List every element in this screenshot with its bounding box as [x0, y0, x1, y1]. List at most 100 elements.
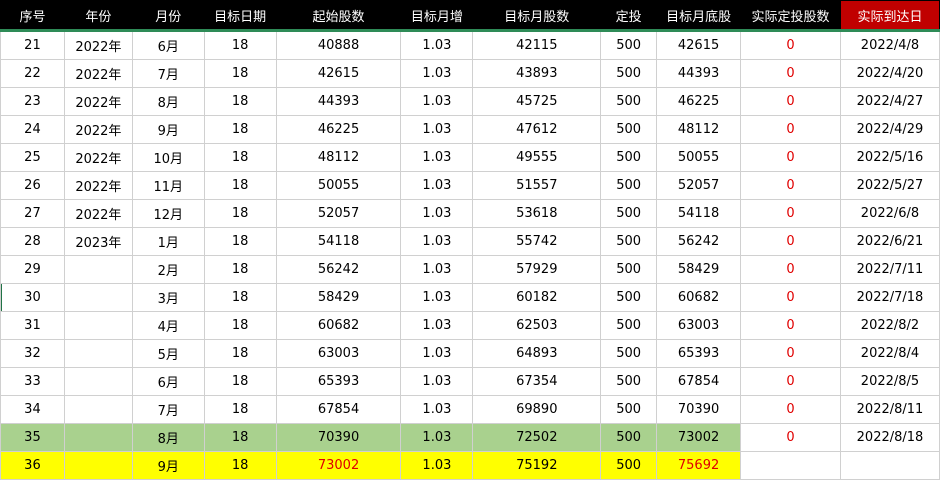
invest-cell[interactable]: 500 [600, 451, 658, 480]
month-end-target-cell[interactable]: 56242 [656, 227, 742, 256]
monthly-growth-cell[interactable]: 1.03 [400, 59, 474, 88]
target-month-shares-cell[interactable]: 69890 [472, 395, 602, 424]
col-header-month[interactable]: 月份 [131, 0, 205, 32]
year-cell[interactable] [63, 283, 133, 312]
actual-date-cell[interactable]: 2022/7/11 [839, 255, 940, 284]
monthly-growth-cell[interactable]: 1.03 [400, 115, 474, 144]
target-date-cell[interactable]: 18 [203, 171, 277, 200]
seq-cell[interactable]: 30 [0, 283, 65, 312]
target-month-shares-cell[interactable]: 45725 [472, 87, 602, 116]
actual-invest-shares-cell[interactable] [740, 451, 841, 480]
start-shares-cell[interactable]: 52057 [275, 199, 402, 228]
start-shares-cell[interactable]: 56242 [275, 255, 402, 284]
month-end-target-cell[interactable]: 58429 [656, 255, 742, 284]
invest-cell[interactable]: 500 [600, 395, 658, 424]
col-header-start-shares[interactable]: 起始股数 [275, 0, 402, 32]
actual-invest-shares-cell[interactable]: 0 [740, 367, 841, 396]
monthly-growth-cell[interactable]: 1.03 [400, 87, 474, 116]
target-date-cell[interactable]: 18 [203, 339, 277, 368]
target-date-cell[interactable]: 18 [203, 227, 277, 256]
target-date-cell[interactable]: 18 [203, 395, 277, 424]
seq-cell[interactable]: 31 [0, 311, 65, 340]
year-cell[interactable] [63, 339, 133, 368]
month-cell[interactable]: 7月 [131, 59, 205, 88]
year-cell[interactable] [63, 451, 133, 480]
year-cell[interactable]: 2022年 [63, 87, 133, 116]
month-cell[interactable]: 9月 [131, 451, 205, 480]
target-month-shares-cell[interactable]: 49555 [472, 143, 602, 172]
seq-cell[interactable]: 23 [0, 87, 65, 116]
start-shares-cell[interactable]: 58429 [275, 283, 402, 312]
year-cell[interactable] [63, 395, 133, 424]
monthly-growth-cell[interactable]: 1.03 [400, 339, 474, 368]
month-cell[interactable]: 8月 [131, 87, 205, 116]
month-cell[interactable]: 7月 [131, 395, 205, 424]
seq-cell[interactable]: 33 [0, 367, 65, 396]
year-cell[interactable] [63, 311, 133, 340]
year-cell[interactable]: 2022年 [63, 171, 133, 200]
start-shares-cell[interactable]: 46225 [275, 115, 402, 144]
month-end-target-cell[interactable]: 67854 [656, 367, 742, 396]
target-date-cell[interactable]: 18 [203, 87, 277, 116]
month-end-target-cell[interactable]: 70390 [656, 395, 742, 424]
month-cell[interactable]: 11月 [131, 171, 205, 200]
target-date-cell[interactable]: 18 [203, 255, 277, 284]
target-month-shares-cell[interactable]: 64893 [472, 339, 602, 368]
start-shares-cell[interactable]: 70390 [275, 423, 402, 452]
year-cell[interactable]: 2022年 [63, 143, 133, 172]
monthly-growth-cell[interactable]: 1.03 [400, 227, 474, 256]
seq-cell[interactable]: 32 [0, 339, 65, 368]
target-month-shares-cell[interactable]: 60182 [472, 283, 602, 312]
start-shares-cell[interactable]: 73002 [275, 451, 402, 480]
year-cell[interactable]: 2022年 [63, 59, 133, 88]
month-end-target-cell[interactable]: 75692 [656, 451, 742, 480]
target-month-shares-cell[interactable]: 57929 [472, 255, 602, 284]
seq-cell[interactable]: 35 [0, 423, 65, 452]
monthly-growth-cell[interactable]: 1.03 [400, 171, 474, 200]
month-end-target-cell[interactable]: 48112 [656, 115, 742, 144]
year-cell[interactable] [63, 423, 133, 452]
month-end-target-cell[interactable]: 50055 [656, 143, 742, 172]
invest-cell[interactable]: 500 [600, 423, 658, 452]
start-shares-cell[interactable]: 42615 [275, 59, 402, 88]
monthly-growth-cell[interactable]: 1.03 [400, 283, 474, 312]
actual-invest-shares-cell[interactable]: 0 [740, 30, 841, 60]
invest-cell[interactable]: 500 [600, 255, 658, 284]
actual-date-cell[interactable]: 2022/4/27 [839, 87, 940, 116]
target-date-cell[interactable]: 18 [203, 143, 277, 172]
target-date-cell[interactable]: 18 [203, 311, 277, 340]
seq-cell[interactable]: 36 [0, 451, 65, 480]
actual-date-cell[interactable]: 2022/6/8 [839, 199, 940, 228]
start-shares-cell[interactable]: 54118 [275, 227, 402, 256]
target-month-shares-cell[interactable]: 42115 [472, 30, 602, 60]
year-cell[interactable]: 2022年 [63, 115, 133, 144]
month-end-target-cell[interactable]: 52057 [656, 171, 742, 200]
month-end-target-cell[interactable]: 60682 [656, 283, 742, 312]
start-shares-cell[interactable]: 65393 [275, 367, 402, 396]
invest-cell[interactable]: 500 [600, 367, 658, 396]
target-month-shares-cell[interactable]: 51557 [472, 171, 602, 200]
start-shares-cell[interactable]: 48112 [275, 143, 402, 172]
invest-cell[interactable]: 500 [600, 171, 658, 200]
actual-invest-shares-cell[interactable]: 0 [740, 115, 841, 144]
monthly-growth-cell[interactable]: 1.03 [400, 143, 474, 172]
seq-cell[interactable]: 29 [0, 255, 65, 284]
col-header-month-end-target[interactable]: 目标月底股 [656, 0, 742, 32]
target-date-cell[interactable]: 18 [203, 115, 277, 144]
month-end-target-cell[interactable]: 42615 [656, 30, 742, 60]
col-header-monthly-growth[interactable]: 目标月增 [400, 0, 474, 32]
actual-date-cell[interactable]: 2022/7/18 [839, 283, 940, 312]
target-month-shares-cell[interactable]: 55742 [472, 227, 602, 256]
month-end-target-cell[interactable]: 44393 [656, 59, 742, 88]
seq-cell[interactable]: 22 [0, 59, 65, 88]
seq-cell[interactable]: 21 [0, 30, 65, 60]
seq-cell[interactable]: 24 [0, 115, 65, 144]
monthly-growth-cell[interactable]: 1.03 [400, 311, 474, 340]
actual-invest-shares-cell[interactable]: 0 [740, 227, 841, 256]
invest-cell[interactable]: 500 [600, 115, 658, 144]
month-end-target-cell[interactable]: 46225 [656, 87, 742, 116]
target-date-cell[interactable]: 18 [203, 199, 277, 228]
year-cell[interactable]: 2022年 [63, 30, 133, 60]
invest-cell[interactable]: 500 [600, 59, 658, 88]
month-cell[interactable]: 6月 [131, 367, 205, 396]
